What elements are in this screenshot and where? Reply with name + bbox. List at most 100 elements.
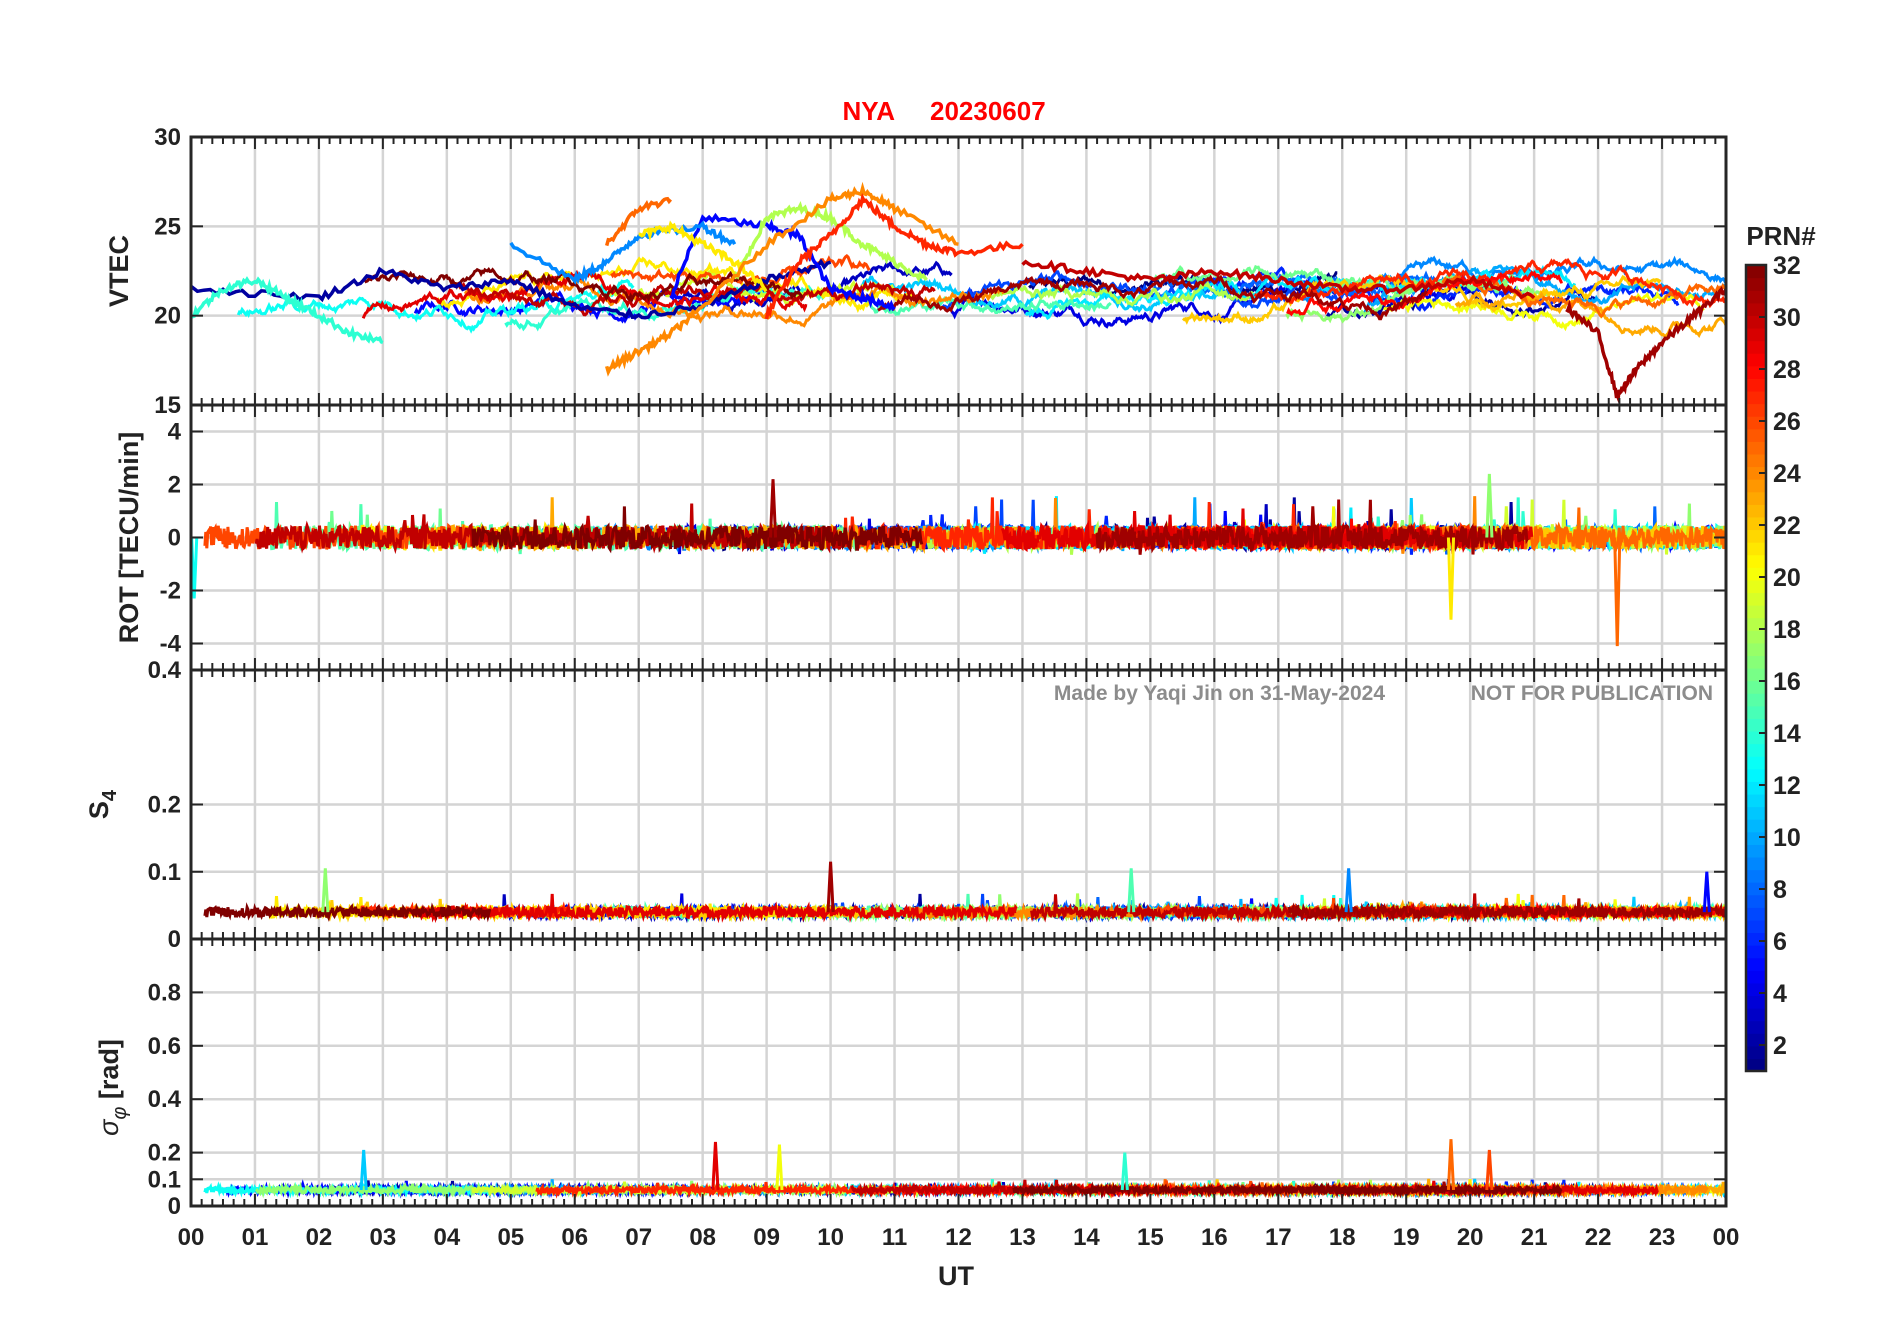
y-tick-label: 0 <box>168 1193 181 1220</box>
panel-vtec: 15 20 25 30 VTEC <box>104 124 1728 419</box>
sigma_phi-spike-1 <box>711 1141 720 1191</box>
colorbar-swatch <box>1746 390 1766 405</box>
colorbar-tick-label: 6 <box>1773 928 1787 956</box>
x-tick-label: 03 <box>370 1224 397 1251</box>
colorbar-swatch <box>1746 516 1766 531</box>
colorbar-swatch <box>1746 353 1766 367</box>
y-axis-label-rot: ROT [TECU/min] <box>114 432 144 643</box>
colorbar-swatch <box>1746 504 1766 518</box>
colorbar-swatch <box>1746 1045 1766 1060</box>
colorbar-tick-label: 18 <box>1773 616 1801 644</box>
colorbar-swatch <box>1746 290 1766 304</box>
x-axis-label: UT <box>938 1261 974 1291</box>
colorbar-swatch <box>1746 579 1766 594</box>
x-tick-label: 07 <box>625 1224 652 1251</box>
x-tick-label: 15 <box>1137 1224 1164 1251</box>
figure: NYA 20230607 15202530VTEC-4-2024ROT [TEC… <box>84 96 1816 1291</box>
colorbar-swatch <box>1746 718 1766 732</box>
y-tick-label: 2 <box>168 472 181 499</box>
series-group-sigma_phi <box>203 1139 1726 1200</box>
vtec-sample-prn-14 <box>191 276 384 345</box>
sigma_phi-spike-2 <box>775 1144 784 1191</box>
colorbar-swatch <box>1746 592 1766 606</box>
y-axis-label-sigma-phi: σφ [rad] <box>94 1039 131 1136</box>
x-tick-label: 00 <box>178 1224 205 1251</box>
x-tick-label: 16 <box>1201 1224 1228 1251</box>
colorbar-tick-label: 24 <box>1773 460 1801 488</box>
colorbar-tick-label: 26 <box>1773 408 1801 436</box>
x-tick-label: 19 <box>1393 1224 1420 1251</box>
y-tick-label: 0.2 <box>148 792 181 819</box>
colorbar-swatch <box>1746 768 1766 782</box>
colorbar-tick-label: 32 <box>1773 252 1801 280</box>
colorbar-swatch <box>1746 567 1766 581</box>
colorbar-swatch <box>1746 957 1766 971</box>
y-tick-label: 20 <box>154 303 181 330</box>
vtec-sample-prn-24 <box>605 181 959 377</box>
y-tick-label: 0 <box>168 525 181 552</box>
colorbar-swatch <box>1746 856 1766 871</box>
colorbar-swatch <box>1746 693 1766 707</box>
colorbar-swatch <box>1746 680 1766 694</box>
colorbar-swatch <box>1746 479 1766 493</box>
colorbar-swatch <box>1746 831 1766 845</box>
colorbar: 2468101214161820222426283032 <box>1744 252 1801 1073</box>
y-tick-label: 0.4 <box>148 1086 182 1113</box>
y-tick-label: -2 <box>160 578 181 605</box>
y-axis-label-s4: S4 <box>84 789 121 819</box>
x-tick-label: 23 <box>1649 1224 1676 1251</box>
colorbar-swatch <box>1746 919 1766 934</box>
colorbar-swatch <box>1746 441 1766 455</box>
colorbar-tick-label: 28 <box>1773 356 1801 384</box>
sigma_phi-line-prn-32 <box>1012 1181 1563 1199</box>
colorbar-tick-label: 8 <box>1773 876 1787 904</box>
x-tick-label: 05 <box>497 1224 524 1251</box>
x-tick-label: 04 <box>433 1224 460 1251</box>
x-tick-label: 06 <box>561 1224 588 1251</box>
panel-rot: -4 -2 0 2 4 ROT [TECU/min] <box>114 403 1728 672</box>
colorbar-swatch <box>1746 327 1766 342</box>
colorbar-swatch <box>1746 529 1766 543</box>
chart-title-station: NYA <box>842 96 895 126</box>
colorbar-swatch <box>1746 781 1766 795</box>
colorbar-swatch <box>1746 340 1766 354</box>
x-tick-label: 08 <box>689 1224 716 1251</box>
x-tick-label: 12 <box>945 1224 972 1251</box>
colorbar-swatch <box>1746 932 1766 946</box>
y-tick-label: 0.1 <box>148 859 181 886</box>
panels: 15202530VTEC-4-2024ROT [TECU/min]00.10.2… <box>84 124 1728 1220</box>
x-tick-label: 10 <box>817 1224 844 1251</box>
colorbar-swatch <box>1746 416 1766 430</box>
colorbar-swatch <box>1746 743 1766 757</box>
colorbar-swatch <box>1746 756 1766 770</box>
colorbar-swatch <box>1746 1020 1766 1034</box>
colorbar-swatch <box>1746 869 1766 883</box>
colorbar-swatch <box>1746 819 1766 833</box>
x-tick-label: 22 <box>1585 1224 1612 1251</box>
colorbar-swatch <box>1746 806 1766 820</box>
x-tick-label: 02 <box>306 1224 333 1251</box>
y-tick-label: 0.6 <box>148 1033 181 1060</box>
colorbar-swatch <box>1746 453 1766 468</box>
y-tick-label: 0.4 <box>148 657 182 684</box>
colorbar-tick-label: 2 <box>1773 1032 1787 1060</box>
colorbar-tick-label: 22 <box>1773 512 1801 540</box>
colorbar-swatch <box>1746 365 1766 379</box>
colorbar-swatch <box>1746 945 1766 959</box>
colorbar-swatch <box>1746 403 1766 417</box>
y-tick-label: 25 <box>154 213 181 240</box>
y-tick-label: 0.2 <box>148 1140 181 1167</box>
colorbar-swatch <box>1746 982 1766 997</box>
y-tick-label: 30 <box>154 124 181 151</box>
colorbar-swatch <box>1746 265 1766 279</box>
s4-spike-4 <box>1702 871 1711 913</box>
panel-sigma_phi: 00.10.2 0.4 0.6 0.8 σφ [rad] <box>94 937 1728 1220</box>
colorbar-swatch <box>1746 995 1766 1009</box>
colorbar-tick-label: 10 <box>1773 824 1801 852</box>
y-axis-label-vtec: VTEC <box>104 235 134 307</box>
colorbar-tick-label: 14 <box>1773 720 1801 748</box>
y-tick-label: -4 <box>160 631 182 658</box>
y-tick-label: 4 <box>168 419 182 446</box>
x-tick-label: 17 <box>1265 1224 1292 1251</box>
colorbar-swatch <box>1746 605 1766 619</box>
